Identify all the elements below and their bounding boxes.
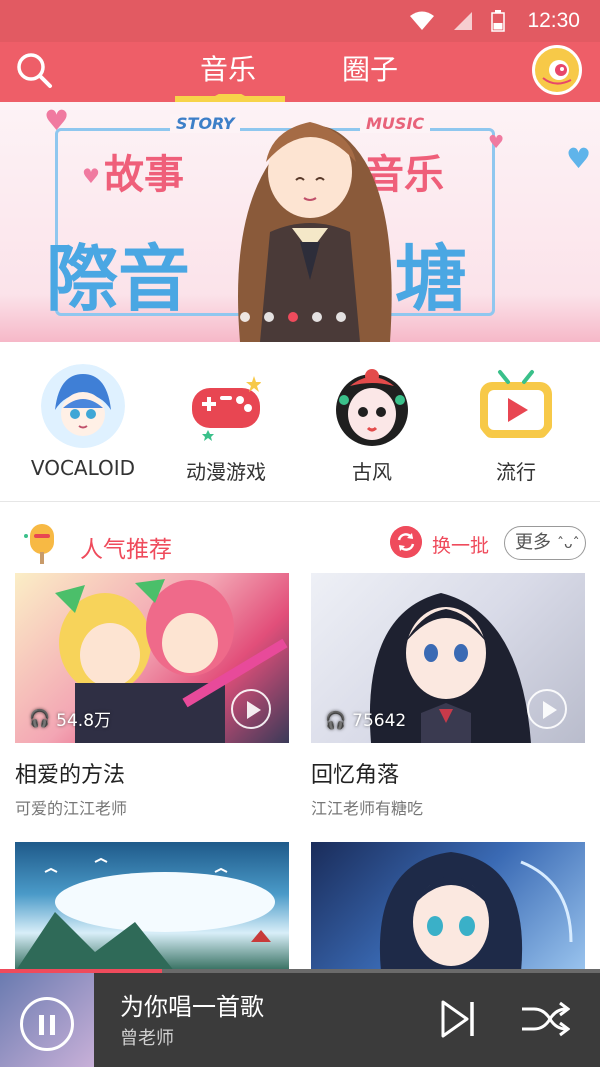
banner-pagination: [240, 312, 346, 322]
song-card[interactable]: 🎧 75642 回忆角落 江江老师有糖吃: [311, 573, 585, 819]
play-button[interactable]: [231, 689, 271, 729]
top-header: 音乐 圈子: [0, 42, 600, 102]
clock: 12:30: [527, 9, 580, 32]
shuffle-icon[interactable]: [520, 999, 570, 1039]
heart-icon: ♥: [488, 132, 505, 153]
next-track-icon[interactable]: [440, 999, 476, 1039]
refresh-icon[interactable]: [390, 526, 422, 558]
gamepad-icon: [186, 366, 266, 446]
category-label: VOCALOID: [30, 456, 136, 480]
heart-icon: ♥: [82, 164, 100, 188]
banner-big-left: 際音: [46, 237, 191, 321]
song-cover: [311, 842, 585, 972]
banner-title-left: 故事: [104, 152, 184, 198]
song-cover: 🎧 54.8万: [15, 573, 289, 743]
category-label: 古风: [352, 460, 392, 484]
category-ancient-style[interactable]: 古风: [312, 364, 432, 485]
song-card[interactable]: [15, 842, 289, 972]
headphones-icon: 🎧: [325, 711, 347, 731]
pagination-dot[interactable]: [312, 312, 322, 322]
play-count-value: 54.8万: [56, 711, 112, 731]
avatar-face-icon: [542, 60, 572, 85]
play-count-value: 75642: [352, 711, 407, 731]
now-playing-artist: 曾老师: [120, 1028, 174, 1049]
play-count: 🎧 75642: [325, 711, 406, 731]
tab-music[interactable]: 音乐: [200, 48, 256, 88]
promo-banner[interactable]: STORY MUSIC 故事 音乐 際音 塘 ♥ ♥ ♥ ♥: [0, 102, 600, 342]
song-cover: 🎧 75642: [311, 573, 585, 743]
category-label: 动漫游戏: [186, 460, 266, 484]
active-tab-indicator: [175, 94, 285, 102]
anime-girl-illustration: [238, 122, 392, 342]
song-author: 可爱的江江老师: [15, 799, 128, 818]
signal-icon: [454, 12, 473, 30]
mini-player[interactable]: 为你唱一首歌 曾老师: [0, 969, 600, 1067]
song-cover: [15, 842, 289, 972]
heart-icon: ♥: [44, 104, 70, 137]
pagination-dot[interactable]: [240, 312, 250, 322]
heart-icon: ♥: [566, 142, 592, 175]
song-card[interactable]: 🎧 54.8万 相爱的方法 可爱的江江老师: [15, 573, 289, 819]
search-icon[interactable]: [14, 50, 54, 90]
now-playing-title: 为你唱一首歌: [120, 993, 264, 1021]
category-anime-games[interactable]: 动漫游戏: [166, 364, 286, 485]
more-label: 更多: [515, 532, 551, 553]
cover-illustration: [15, 857, 275, 972]
cover-illustration: [379, 852, 573, 972]
vocaloid-avatar-icon: [41, 364, 125, 448]
avatar[interactable]: [532, 45, 582, 95]
status-bar: 12:30: [0, 0, 600, 42]
section-title: 人气推荐: [80, 537, 172, 563]
pause-button[interactable]: [20, 997, 74, 1051]
opera-mask-icon: [336, 369, 408, 446]
recommend-header: 人气推荐 换一批 更多 ˆᴗˆ: [0, 520, 600, 570]
pagination-dot[interactable]: [264, 312, 274, 322]
tab-circle[interactable]: 圈子: [342, 48, 398, 88]
category-vocaloid[interactable]: VOCALOID: [23, 364, 143, 480]
category-label: 流行: [496, 460, 536, 484]
pagination-dot[interactable]: [336, 312, 346, 322]
wifi-icon: [410, 11, 435, 30]
song-title: 回忆角落: [311, 763, 400, 788]
popsicle-icon: [24, 524, 54, 564]
smile-icon: ˆᴗˆ: [557, 536, 580, 552]
song-title: 相爱的方法: [15, 763, 126, 788]
song-card[interactable]: [311, 842, 585, 972]
category-pop[interactable]: 流行: [456, 364, 576, 485]
album-art[interactable]: [0, 973, 94, 1067]
pagination-dot-active[interactable]: [288, 312, 298, 322]
battery-icon: [491, 10, 506, 32]
tv-play-icon: [480, 370, 552, 438]
swap-batch-button[interactable]: 换一批: [432, 531, 489, 558]
more-button[interactable]: 更多 ˆᴗˆ: [504, 526, 586, 560]
song-author: 江江老师有糖吃: [311, 799, 424, 818]
play-button[interactable]: [527, 689, 567, 729]
headphones-icon: 🎧: [29, 708, 51, 729]
category-row: VOCALOID 动漫游戏 古风 流行: [0, 342, 600, 502]
play-count: 🎧 54.8万: [29, 706, 112, 732]
